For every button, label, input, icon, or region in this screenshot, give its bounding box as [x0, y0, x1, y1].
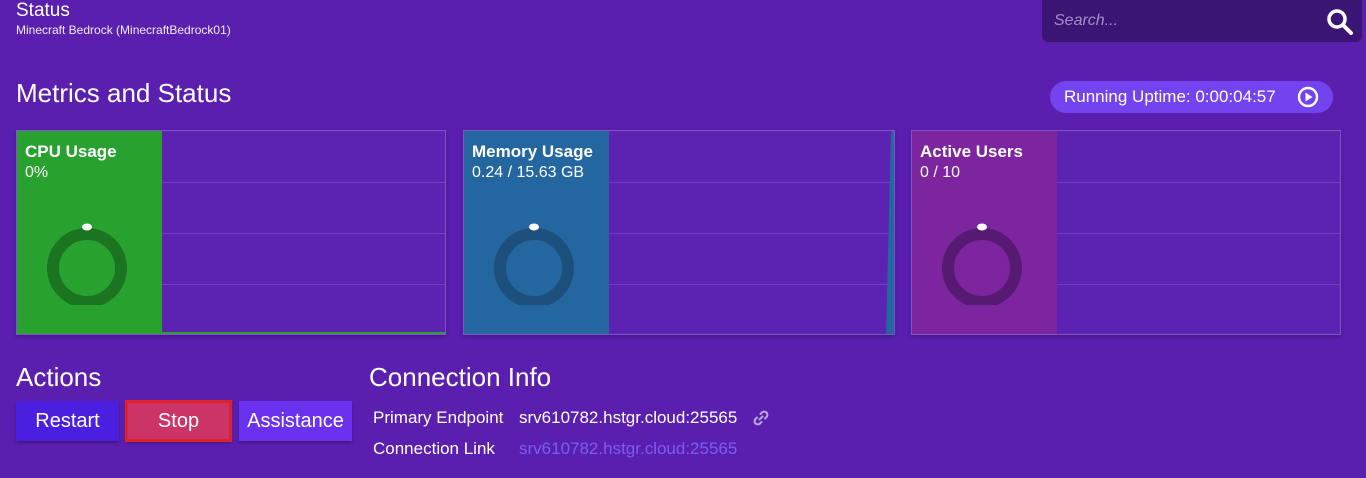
- card-panel-cpu: CPU Usage 0%: [17, 131, 162, 334]
- link-icon[interactable]: [752, 409, 770, 427]
- gauge-ring-users: [942, 223, 1022, 305]
- metric-card-users: Active Users 0 / 10: [911, 130, 1341, 335]
- uptime-label: Running Uptime: 0:00:04:57: [1064, 87, 1276, 106]
- search-icon[interactable]: [1326, 8, 1354, 36]
- card-panel-users: Active Users 0 / 10: [912, 131, 1057, 334]
- chart-area-users: [1057, 131, 1340, 334]
- card-label-memory: Memory Usage: [472, 142, 593, 161]
- stop-button[interactable]: Stop: [125, 400, 232, 442]
- connection-link-label: Connection Link: [373, 439, 495, 458]
- gauge-marker-users: [977, 223, 987, 231]
- actions-title: Actions: [16, 362, 102, 392]
- header-subtitle: Minecraft Bedrock (MinecraftBedrock01): [16, 23, 231, 37]
- search-box: [1042, 0, 1362, 42]
- uptime-badge[interactable]: Running Uptime: 0:00:04:57: [1050, 81, 1333, 113]
- card-value-memory: 0.24 / 15.63 GB: [472, 164, 585, 181]
- card-value-users: 0 / 10: [920, 164, 961, 181]
- connection-title: Connection Info: [369, 362, 552, 392]
- chart-area-memory: [609, 131, 894, 334]
- header-title: Status: [16, 0, 70, 21]
- card-label-cpu: CPU Usage: [25, 142, 117, 161]
- play-circle-icon[interactable]: [1297, 86, 1319, 108]
- metric-card-cpu: CPU Usage 0%: [16, 130, 446, 335]
- metrics-title: Metrics and Status: [16, 78, 232, 108]
- primary-endpoint-value: srv610782.hstgr.cloud:25565: [519, 408, 738, 427]
- gauge-track-users: [942, 228, 1022, 305]
- connection-link[interactable]: srv610782.hstgr.cloud:25565: [519, 439, 737, 459]
- gauge-ring-memory: [494, 223, 574, 305]
- assistance-button[interactable]: Assistance: [239, 401, 352, 441]
- restart-button[interactable]: Restart: [16, 401, 119, 441]
- card-value-cpu: 0%: [25, 164, 49, 181]
- usage-spike-memory: [886, 131, 894, 334]
- search-input[interactable]: [1054, 1, 1324, 41]
- chart-area-cpu: [162, 131, 445, 334]
- gauge-track-memory: [494, 228, 574, 305]
- usage-line-cpu: [162, 332, 445, 334]
- card-label-users: Active Users: [920, 142, 1024, 161]
- gauge-ring-cpu: [47, 223, 127, 305]
- gauge-marker-cpu: [82, 223, 92, 231]
- gauge-marker-memory: [529, 223, 539, 231]
- gauge-track-cpu: [47, 228, 127, 305]
- card-panel-memory: Memory Usage 0.24 / 15.63 GB: [464, 131, 609, 334]
- primary-endpoint-label: Primary Endpoint: [373, 408, 504, 427]
- metric-card-memory: Memory Usage 0.24 / 15.63 GB: [463, 130, 895, 335]
